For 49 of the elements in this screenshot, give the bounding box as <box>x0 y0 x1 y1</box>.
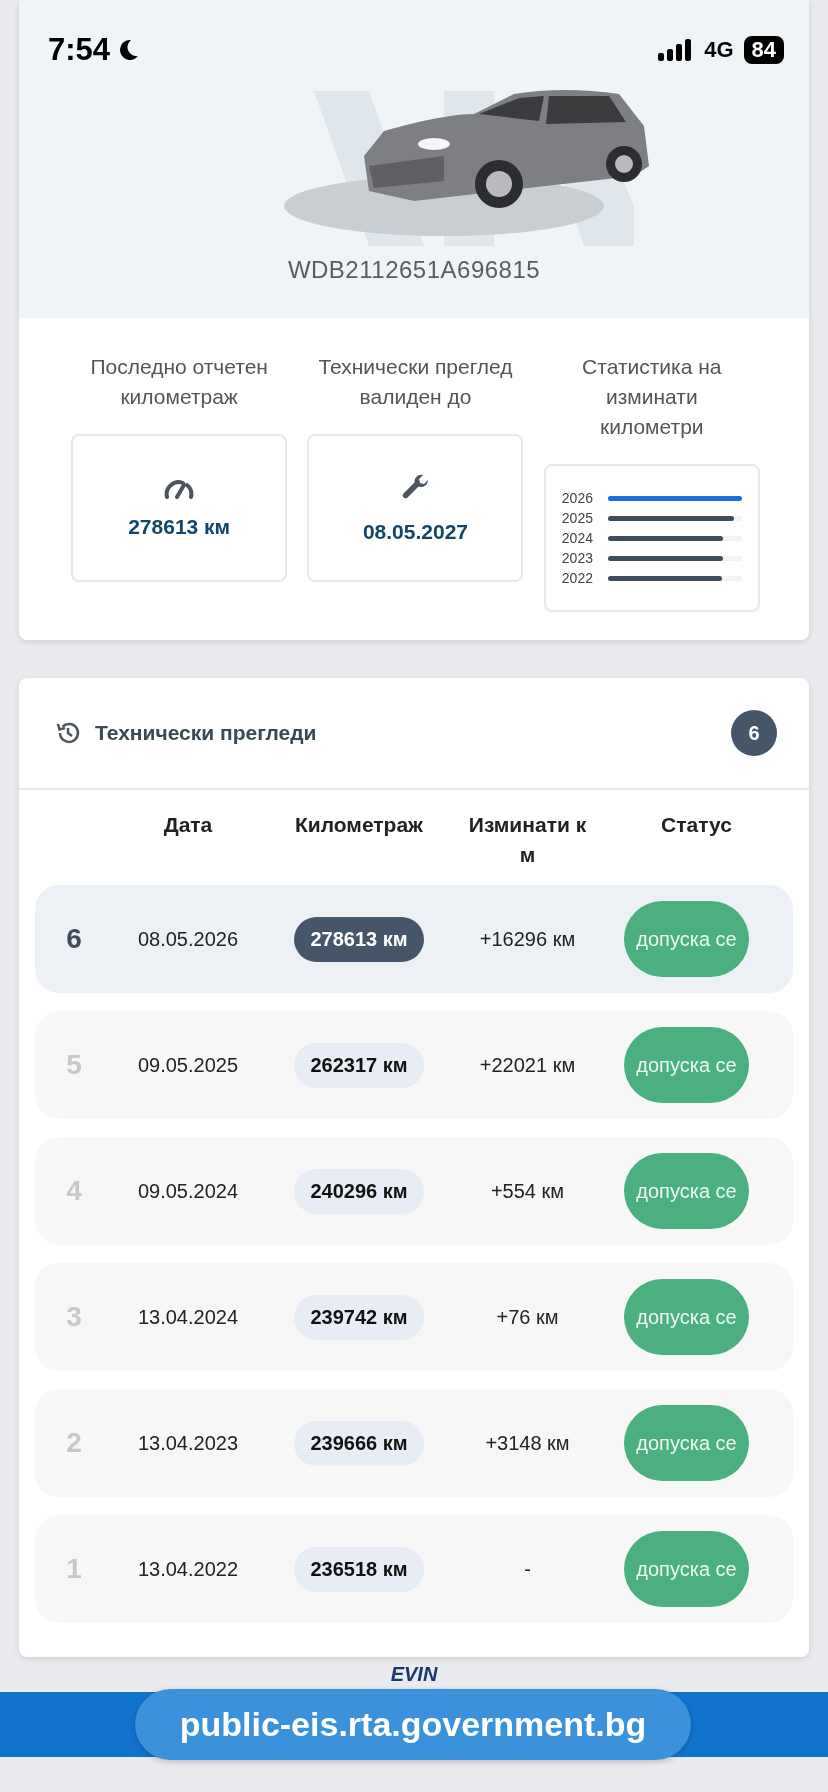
status-pill: допуска се <box>624 1405 749 1481</box>
status-pill: допуска се <box>624 1531 749 1607</box>
year-label: 2025 <box>561 510 594 526</box>
history-icon <box>55 720 81 746</box>
delta-cell-text: +76 км <box>495 1305 560 1329</box>
inspection-row[interactable]: 6 08.05.2026 278613 км +16296 км допуска се <box>35 885 793 993</box>
battery-percent: 84 <box>743 36 784 64</box>
year-label: 2026 <box>561 490 594 506</box>
stat-label: Последно отчетен километраж <box>89 354 269 410</box>
mileage-pill: 239666 км <box>294 1420 424 1466</box>
date-cell-text: 09.05.2025 <box>136 1053 240 1077</box>
status-pill: допуска се <box>624 1279 749 1355</box>
delta-cell-text: +16296 км <box>478 927 577 951</box>
stat-value: 08.05.2027 <box>362 520 469 544</box>
column-header: Километраж <box>294 812 424 838</box>
year-label: 2022 <box>561 570 594 586</box>
mileage-pill: 262317 км <box>294 1042 424 1088</box>
year-label: 2023 <box>561 550 594 566</box>
mileage-pill: 278613 км <box>294 916 424 962</box>
status-time: 7:54 <box>48 32 111 68</box>
delta-cell-text: +554 км <box>489 1179 566 1203</box>
delta-cell-text: +3148 км <box>484 1431 571 1455</box>
logo: EVIN <box>390 1663 438 1686</box>
column-header: Статус <box>660 812 733 838</box>
status-pill: допуска се <box>624 901 749 977</box>
date-cell-text: 13.04.2022 <box>136 1557 240 1581</box>
delta-cell-text: - <box>523 1557 532 1581</box>
stat-value: 278613 км <box>128 515 231 539</box>
gauge-icon <box>163 477 196 499</box>
status-pill: допуска се <box>624 1027 749 1103</box>
row-index: 6 <box>65 923 83 955</box>
section-title: Технически прегледи <box>95 721 317 745</box>
mileage-pill: 240296 км <box>294 1168 424 1214</box>
network-label: 4G <box>704 37 734 63</box>
count-badge: 6 <box>731 710 777 756</box>
column-header: Изминати км <box>467 812 588 868</box>
mileage-pill: 236518 км <box>294 1546 424 1592</box>
mileage-pill: 239742 км <box>294 1294 424 1340</box>
year-label: 2024 <box>561 530 594 546</box>
status-pill: допуска се <box>624 1153 749 1229</box>
vin-number: WDB2112651A696815 <box>287 256 541 284</box>
date-cell-text: 09.05.2024 <box>136 1179 240 1203</box>
date-cell-text: 08.05.2026 <box>136 927 240 951</box>
stat-label: Статистика на изминати километри <box>581 354 723 440</box>
date-cell-text: 13.04.2023 <box>136 1431 240 1455</box>
column-header: Дата <box>162 812 214 838</box>
delta-cell-text: +22021 км <box>478 1053 577 1077</box>
date-cell-text: 13.04.2024 <box>136 1305 240 1329</box>
stat-label: Технически преглед валиден до <box>317 354 514 410</box>
